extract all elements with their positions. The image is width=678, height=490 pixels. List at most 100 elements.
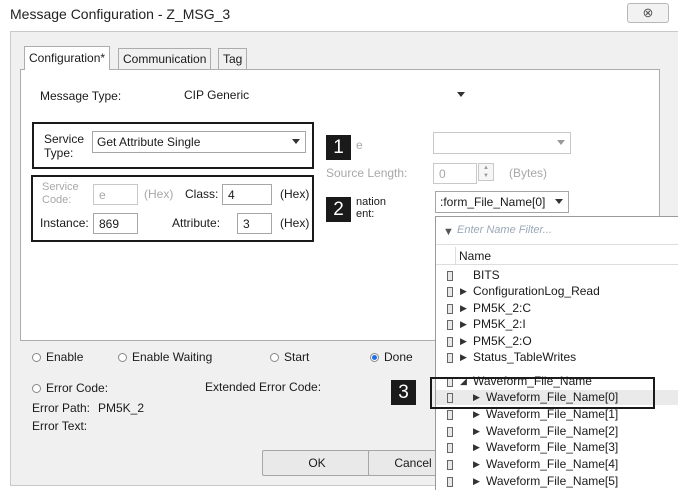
callout-badge-1: 1 xyxy=(326,135,351,160)
service-attributes-highlight xyxy=(31,175,314,242)
error-path-value: PM5K_2 xyxy=(98,401,145,415)
tab-communication[interactable]: Communication xyxy=(118,48,212,69)
tag-row[interactable]: ▶ Waveform_File_Name[5] xyxy=(436,474,678,489)
source-element-select[interactable] xyxy=(433,132,571,154)
message-type-select[interactable]: CIP Generic xyxy=(180,85,470,107)
name-column-header[interactable]: Name xyxy=(436,247,678,265)
enable-waiting-label: Enable Waiting xyxy=(132,350,213,364)
tag-name: Waveform_File_Name[4] xyxy=(486,457,619,471)
tag-row[interactable]: ▶ Waveform_File_Name[2] xyxy=(436,424,678,439)
tag-icon xyxy=(447,337,453,347)
tab-communication-label: Communication xyxy=(123,52,207,66)
source-element-label-fragment: e xyxy=(356,138,363,152)
ok-button[interactable]: OK xyxy=(262,450,372,476)
source-length-input[interactable]: 0 xyxy=(433,163,477,184)
error-text-label: Error Text: xyxy=(32,419,88,433)
destination-element-value: :form_File_Name[0] xyxy=(440,195,546,209)
destination-element-select[interactable]: :form_File_Name[0] xyxy=(435,191,569,213)
error-code: Error Code: xyxy=(32,381,108,395)
expand-arrow-icon[interactable]: ▶ xyxy=(473,407,480,422)
tag-filter-placeholder: Enter Name Filter... xyxy=(457,224,552,236)
tag-name: PM5K_2:O xyxy=(473,334,532,348)
message-configuration-dialog: Message Configuration - Z_MSG_3 ⊗ Config… xyxy=(0,0,678,490)
tag-row[interactable]: ▶ PM5K_2:O xyxy=(436,334,678,349)
enable-radio xyxy=(32,353,41,362)
enable-label: Enable xyxy=(46,350,84,364)
destination-label-fragment-1: nation xyxy=(356,196,386,208)
tag-name: Waveform_File_Name[2] xyxy=(486,424,619,438)
title-bar: Message Configuration - Z_MSG_3 ⊗ xyxy=(0,0,678,30)
window-title: Message Configuration - Z_MSG_3 xyxy=(10,6,231,22)
chevron-down-icon xyxy=(555,199,563,204)
name-column-label: Name xyxy=(459,249,492,263)
expand-arrow-icon[interactable]: ▶ xyxy=(473,474,480,489)
expand-arrow-icon[interactable]: ▶ xyxy=(460,284,467,299)
tag-icon xyxy=(447,320,453,330)
tag-name: ConfigurationLog_Read xyxy=(473,284,600,298)
message-type-label: Message Type: xyxy=(40,89,122,103)
tag-row-bits[interactable]: BITS xyxy=(436,268,678,283)
tag-icon xyxy=(447,410,453,420)
tag-name: Status_TableWrites xyxy=(473,350,577,364)
stepper-down-icon: ▼ xyxy=(483,173,489,179)
tag-row[interactable]: ▶ Status_TableWrites xyxy=(436,350,678,365)
status-enable-waiting: Enable Waiting xyxy=(118,350,212,364)
stepper-up-icon: ▲ xyxy=(483,165,489,171)
expand-arrow-icon[interactable]: ▶ xyxy=(473,440,480,455)
close-icon: ⊗ xyxy=(642,5,654,20)
source-length-stepper[interactable]: ▲ ▼ xyxy=(478,163,494,181)
done-label: Done xyxy=(384,350,413,364)
tag-row[interactable]: ▶ Waveform_File_Name[3] xyxy=(436,440,678,455)
expand-arrow-icon[interactable]: ▶ xyxy=(460,334,467,349)
expand-arrow-icon[interactable]: ▶ xyxy=(460,301,467,316)
callout-badge-3: 3 xyxy=(391,380,416,405)
destination-label-fragment-2: ent: xyxy=(356,208,375,220)
expand-arrow-icon[interactable]: ▶ xyxy=(473,457,480,472)
expand-arrow-icon[interactable]: ▶ xyxy=(473,424,480,439)
tab-tag-label: Tag xyxy=(223,52,243,66)
tag-browser-popup: ▼ Enter Name Filter... Name BITS ▶ Confi… xyxy=(435,216,678,490)
chevron-down-icon xyxy=(457,92,465,97)
expand-arrow-icon[interactable]: ▶ xyxy=(460,317,467,332)
callout-badge-2: 2 xyxy=(326,197,351,222)
start-radio xyxy=(270,353,279,362)
expand-arrow-icon[interactable]: ▶ xyxy=(460,350,467,365)
status-enable: Enable xyxy=(32,350,83,364)
source-length-value: 0 xyxy=(439,167,446,181)
error-code-radio xyxy=(32,384,41,393)
tab-tag[interactable]: Tag xyxy=(218,48,248,69)
filter-icon: ▼ xyxy=(443,226,454,238)
error-code-label: Error Code: xyxy=(46,381,109,395)
enable-waiting-radio xyxy=(118,353,127,362)
tag-icon xyxy=(447,477,453,487)
source-length-label: Source Length: xyxy=(326,166,408,180)
done-radio xyxy=(370,353,379,362)
tag-name: Waveform_File_Name[3] xyxy=(486,440,619,454)
close-button[interactable]: ⊗ xyxy=(627,3,669,23)
tag-name: BITS xyxy=(473,268,500,282)
tag-icon xyxy=(447,460,453,470)
tag-row[interactable]: ▶ PM5K_2:C xyxy=(436,301,678,316)
tag-name: PM5K_2:C xyxy=(473,301,532,315)
start-label: Start xyxy=(284,350,310,364)
extended-error-code-label: Extended Error Code: xyxy=(205,380,322,394)
service-type-highlight xyxy=(32,122,314,169)
tag-row[interactable]: ▶ Waveform_File_Name[4] xyxy=(436,457,678,472)
tag-icon xyxy=(447,427,453,437)
tag-row[interactable]: ▶ PM5K_2:I xyxy=(436,317,678,332)
tag-name: Waveform_File_Name[5] xyxy=(486,474,619,488)
bytes-label: (Bytes) xyxy=(509,166,548,180)
tag-filter-bar[interactable]: ▼ Enter Name Filter... xyxy=(436,217,678,245)
tab-configuration[interactable]: Configuration* xyxy=(24,46,111,70)
column-separator xyxy=(455,247,456,265)
message-type-value: CIP Generic xyxy=(184,88,250,102)
tag-row[interactable]: ▶ ConfigurationLog_Read xyxy=(436,284,678,299)
status-done: Done xyxy=(370,350,413,364)
tag-icon xyxy=(447,287,453,297)
chevron-down-icon xyxy=(557,140,565,145)
tag-icon xyxy=(447,443,453,453)
tag-row[interactable]: ▶ Waveform_File_Name[1] xyxy=(436,407,678,422)
tag-name: PM5K_2:I xyxy=(473,317,526,331)
error-path-label: Error Path: xyxy=(32,401,91,415)
tag-name: Waveform_File_Name[1] xyxy=(486,407,619,421)
